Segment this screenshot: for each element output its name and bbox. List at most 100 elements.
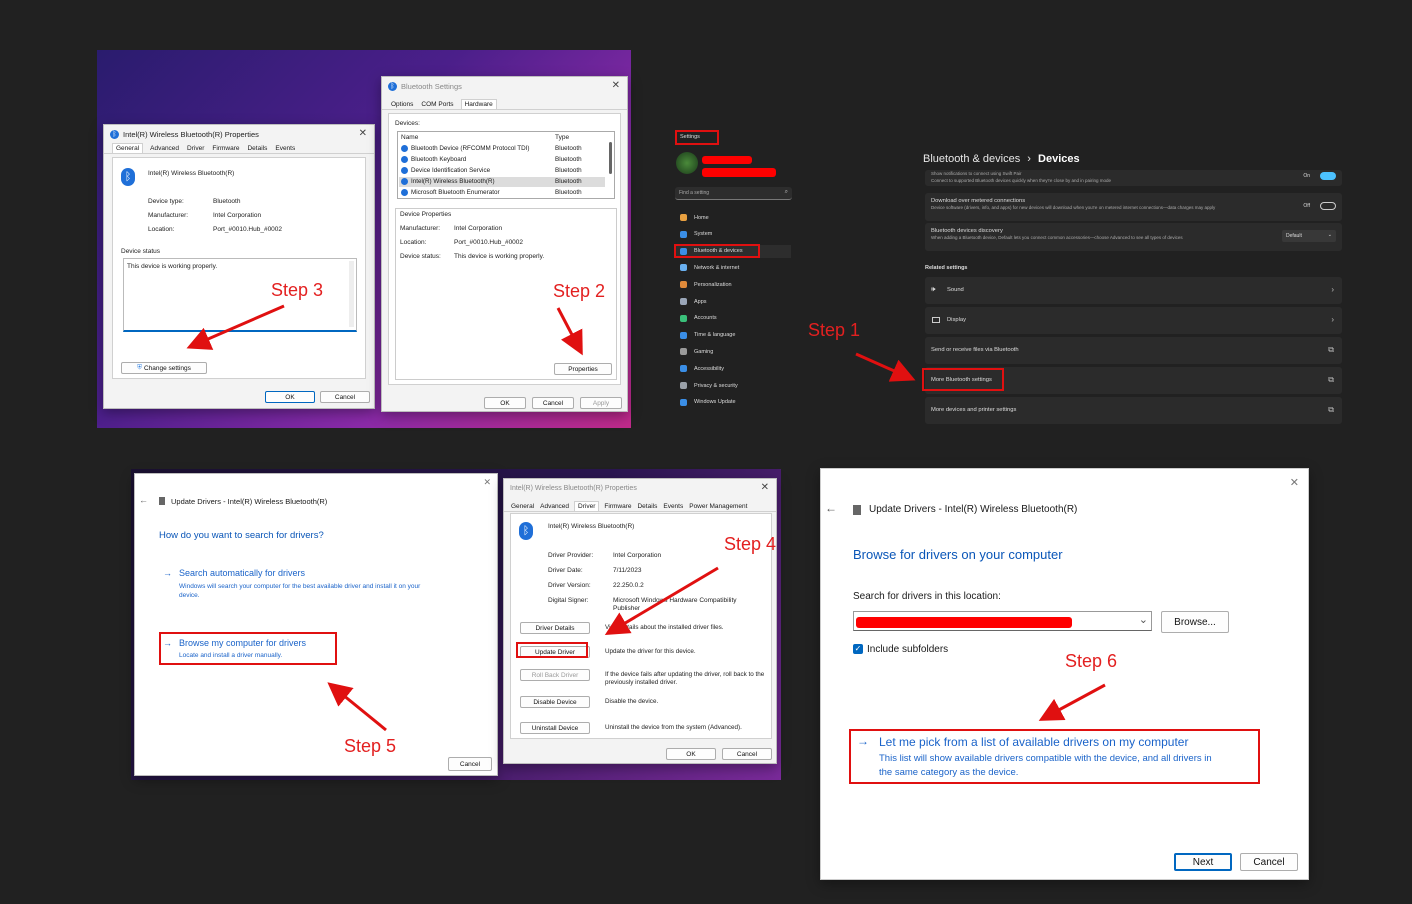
device-row[interactable]: Device Identification Service Bluetooth: [399, 166, 605, 176]
tab-general[interactable]: General: [112, 143, 144, 153]
close-icon[interactable]: ✕: [483, 477, 491, 488]
ok-button[interactable]: OK: [666, 748, 716, 760]
scrollbar[interactable]: [349, 261, 354, 327]
cancel-button[interactable]: Cancel: [1240, 853, 1298, 871]
setting-title: Download over metered connections: [931, 198, 1026, 204]
driver-details-desc: View details about the installed driver …: [605, 624, 724, 631]
tab-events[interactable]: Events: [662, 502, 684, 511]
cancel-button[interactable]: Cancel: [448, 757, 492, 771]
setting-row-discovery[interactable]: Bluetooth devices discovery When adding …: [925, 223, 1342, 251]
tab-hardware[interactable]: Hardware: [460, 99, 497, 109]
status-value: This device is working properly.: [454, 253, 545, 260]
search-input[interactable]: Find a setting: [679, 190, 709, 196]
device-type: Bluetooth: [555, 189, 582, 196]
tab-driver[interactable]: Driver: [574, 501, 600, 511]
setting-row-swift-pair[interactable]: Connect to supported Bluetooth devices q…: [925, 170, 1342, 186]
chevron-right-icon: ›: [1331, 285, 1334, 294]
tab-general[interactable]: General: [510, 502, 535, 511]
back-arrow-icon[interactable]: ←: [139, 495, 148, 505]
device-properties-window: ᛒ Intel(R) Wireless Bluetooth(R) Properti…: [103, 124, 375, 409]
apply-button[interactable]: Apply: [580, 397, 622, 409]
settings-search-box[interactable]: Find a setting ⌕: [675, 187, 792, 200]
close-icon[interactable]: ✕: [761, 482, 769, 493]
tab-advanced[interactable]: Advanced: [539, 502, 570, 511]
device-type-value: Bluetooth: [213, 198, 241, 205]
setting-row-metered[interactable]: Download over metered connections Device…: [925, 193, 1342, 221]
uninstall-device-button[interactable]: Uninstall Device: [520, 722, 590, 734]
location-input[interactable]: ⌄: [853, 611, 1152, 631]
col-name-header[interactable]: Name: [401, 134, 418, 141]
tab-details[interactable]: Details: [246, 144, 268, 153]
toggle-switch[interactable]: [1320, 202, 1336, 210]
location-value: Port_#0010.Hub_#0002: [454, 239, 524, 246]
close-icon[interactable]: ✕: [612, 80, 620, 91]
scrollbar[interactable]: [609, 142, 612, 174]
nav-item-accessibility[interactable]: Accessibility: [676, 362, 791, 375]
tab-advanced[interactable]: Advanced: [149, 144, 180, 153]
roll-back-driver-button[interactable]: Roll Back Driver: [520, 669, 590, 681]
nav-item-personalization[interactable]: Personalization: [676, 278, 791, 291]
step-5-label: Step 5: [344, 736, 397, 756]
driver-provider-label: Driver Provider:: [548, 552, 594, 559]
include-subfolders-row[interactable]: ✓ Include subfolders: [853, 642, 948, 656]
tab-options[interactable]: Options: [390, 100, 414, 109]
disable-device-button[interactable]: Disable Device: [520, 696, 590, 708]
col-type-header[interactable]: Type: [555, 134, 569, 141]
ok-button[interactable]: OK: [484, 397, 526, 409]
tab-events[interactable]: Events: [274, 144, 296, 153]
device-name: Intel(R) Wireless Bluetooth(R): [148, 170, 235, 177]
close-icon[interactable]: ✕: [359, 128, 367, 139]
external-link-icon: ⧉: [1328, 405, 1334, 414]
cancel-button[interactable]: Cancel: [320, 391, 370, 403]
tab-com-ports[interactable]: COM Ports: [420, 100, 454, 109]
cancel-button[interactable]: Cancel: [722, 748, 772, 760]
properties-button[interactable]: Properties: [554, 363, 612, 375]
next-button[interactable]: Next: [1174, 853, 1232, 871]
tab-details[interactable]: Details: [636, 502, 658, 511]
tab-driver[interactable]: Driver: [186, 144, 205, 153]
device-row[interactable]: Microsoft Bluetooth Enumerator Bluetooth: [399, 188, 605, 198]
nav-item-gaming[interactable]: Gaming: [676, 345, 791, 358]
search-automatically-option[interactable]: → Search automatically for drivers Windo…: [159, 564, 437, 604]
related-row-sound[interactable]: 🕪 Sound ›: [925, 277, 1342, 304]
include-subfolders-checkbox[interactable]: ✓: [853, 644, 863, 654]
tab-firmware[interactable]: Firmware: [603, 502, 632, 511]
manufacturer-value: Intel Corporation: [454, 225, 503, 232]
driver-version-value: 22.250.0.2: [613, 582, 644, 589]
discovery-dropdown[interactable]: Default ⌄: [1282, 230, 1336, 242]
devices-list[interactable]: Name Type Bluetooth Device (RFCOMM Proto…: [397, 131, 615, 199]
nav-item-home[interactable]: Home: [676, 211, 791, 224]
tab-power-management[interactable]: Power Management: [688, 502, 748, 511]
device-row[interactable]: Intel(R) Wireless Bluetooth(R) Bluetooth: [399, 177, 605, 187]
change-settings-button[interactable]: ⛨ Change settings: [121, 362, 207, 374]
related-row-more-devices-printers[interactable]: More devices and printer settings ⧉: [925, 397, 1342, 424]
nav-item-accounts[interactable]: Accounts: [676, 312, 791, 325]
nav-item-system[interactable]: System: [676, 228, 791, 241]
tab-firmware[interactable]: Firmware: [211, 144, 240, 153]
page-heading: How do you want to search for drivers?: [159, 530, 324, 541]
chevron-down-icon[interactable]: ⌄: [1139, 613, 1148, 626]
device-icon: [853, 505, 861, 515]
nav-item-time-language[interactable]: Time & language: [676, 329, 791, 342]
related-row-display[interactable]: Display ›: [925, 307, 1342, 334]
back-arrow-icon[interactable]: ←: [825, 501, 837, 515]
driver-details-button[interactable]: Driver Details: [520, 622, 590, 634]
nav-item-network-internet[interactable]: Network & internet: [676, 261, 791, 274]
breadcrumb-parent[interactable]: Bluetooth & devices: [923, 153, 1020, 165]
device-row[interactable]: Bluetooth Keyboard Bluetooth: [399, 155, 605, 165]
toggle-switch[interactable]: [1320, 172, 1336, 180]
nav-item-apps[interactable]: Apps: [676, 295, 791, 308]
location-label: Location:: [400, 239, 427, 246]
cancel-button[interactable]: Cancel: [532, 397, 574, 409]
browse-button[interactable]: Browse...: [1161, 611, 1229, 633]
related-row-send-receive-files[interactable]: Send or receive files via Bluetooth ⧉: [925, 337, 1342, 364]
close-icon[interactable]: ✕: [1290, 476, 1299, 489]
nav-item-windows-update[interactable]: Windows Update: [676, 396, 791, 409]
accessibility-icon: [680, 365, 687, 373]
highlight-browse-option: [159, 632, 337, 665]
nav-item-privacy-security[interactable]: Privacy & security: [676, 379, 791, 392]
speaker-icon: 🕪: [931, 286, 936, 293]
ok-button[interactable]: OK: [265, 391, 315, 403]
device-row[interactable]: Bluetooth Device (RFCOMM Protocol TDI) Bl…: [399, 144, 605, 154]
search-location-label: Search for drivers in this location:: [853, 591, 1001, 602]
